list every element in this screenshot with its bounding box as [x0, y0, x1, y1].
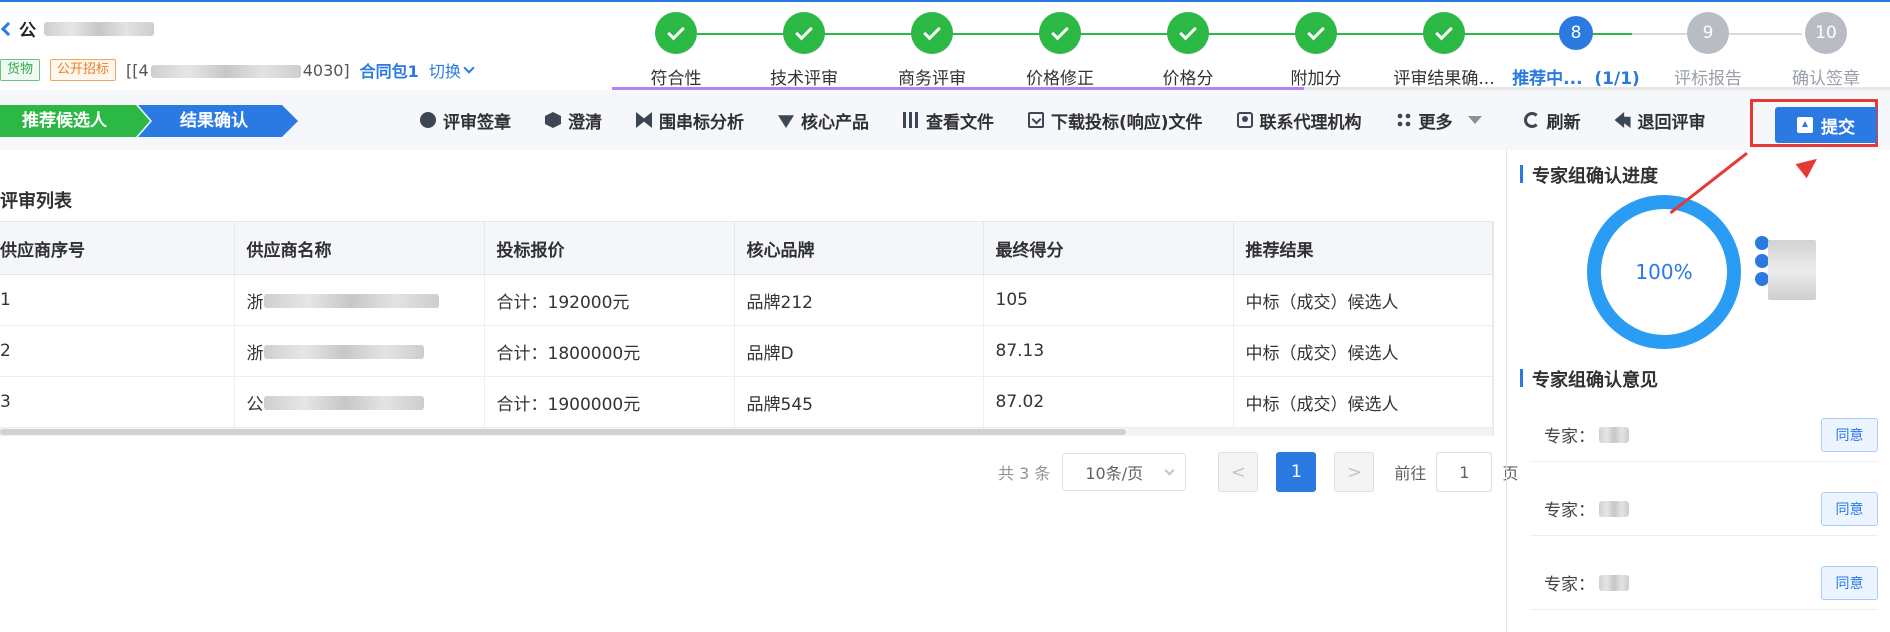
- scrollbar-thumb[interactable]: [0, 429, 1126, 435]
- crumb-recommend[interactable]: 推荐候选人: [0, 105, 150, 137]
- breadcrumb: 推荐候选人 结果确认: [0, 105, 298, 137]
- check-icon: [667, 22, 685, 40]
- step-report[interactable]: 9 评标报告: [1644, 12, 1772, 89]
- seal-icon: [420, 112, 436, 128]
- header: 公 货物 公开招标 [[4 4030] 合同包1 切换 符合性 技术评审 商务评审: [0, 2, 1890, 90]
- contract-package[interactable]: 合同包1: [360, 58, 419, 82]
- chevron-down-icon: [1164, 465, 1175, 475]
- switch-package-button[interactable]: 切换: [429, 58, 475, 82]
- upload-icon: [1797, 117, 1813, 133]
- sign-button[interactable]: 评审签章: [420, 108, 511, 133]
- progress-percent: 100%: [1635, 260, 1693, 284]
- step-bonus-score[interactable]: 附加分: [1252, 12, 1380, 89]
- step-compliance[interactable]: 符合性: [612, 12, 740, 89]
- opinion-title: 专家组确认意见: [1520, 366, 1658, 392]
- core-product-button[interactable]: 核心产品: [778, 108, 869, 133]
- contact-icon: [1236, 112, 1253, 128]
- pagination: 共 3 条 10条/页 < 1 > 前往 1 页: [998, 452, 1518, 492]
- prev-page-button[interactable]: <: [1218, 452, 1259, 492]
- check-icon: [1051, 22, 1069, 40]
- clarify-button[interactable]: 澄清: [545, 108, 602, 133]
- table-row[interactable]: 2 浙 合计：1800000元 品牌D 87.13 中标（成交）候选人: [0, 325, 1493, 377]
- annotation-arrowhead: [1795, 151, 1823, 179]
- check-icon: [1435, 22, 1453, 40]
- step-recommend[interactable]: 8 推荐中... (1/1): [1496, 12, 1656, 89]
- progress-ring: 100%: [1587, 195, 1741, 349]
- progress-legend: [1755, 236, 1769, 290]
- tag-open-bid: 公开招标: [50, 59, 117, 81]
- opinion-item: 专家： 同意: [1530, 482, 1878, 536]
- col-bid-price[interactable]: 投标报价: [483, 221, 735, 275]
- diamond-icon: [778, 115, 794, 128]
- table-row[interactable]: 1 浙 合计：192000元 品牌212 105 中标（成交）候选人: [0, 274, 1493, 326]
- col-core-brand[interactable]: 核心品牌: [733, 221, 984, 275]
- project-meta: 货物 公开招标 [[4 4030] 合同包1 切换: [0, 58, 475, 82]
- refresh-icon: [1523, 112, 1540, 128]
- redacted-legend: [1768, 240, 1816, 300]
- progress-title: 专家组确认进度: [1520, 162, 1658, 188]
- col-final-score[interactable]: 最终得分: [982, 221, 1234, 275]
- more-dropdown[interactable]: 更多: [1395, 108, 1482, 133]
- panel-divider: [1506, 150, 1507, 632]
- project-code: [[4 4030]: [126, 60, 350, 80]
- horizontal-scrollbar[interactable]: [0, 428, 1493, 436]
- check-icon: [1179, 22, 1197, 40]
- step-technical[interactable]: 技术评审: [740, 12, 868, 89]
- check-icon: [795, 22, 813, 40]
- table-header-row: 供应商序号 供应商名称 投标报价 核心品牌 最终得分 推荐结果: [0, 221, 1493, 275]
- legend-dot: [1755, 272, 1769, 286]
- step-result-confirm[interactable]: 评审结果确...: [1380, 12, 1508, 89]
- step-price-correction[interactable]: 价格修正: [996, 12, 1124, 89]
- files-icon: [903, 112, 919, 128]
- review-table: 供应商序号 供应商名称 投标报价 核心品牌 最终得分 推荐结果 1 浙 合计：1…: [0, 221, 1493, 428]
- check-icon: [1307, 22, 1325, 40]
- grid-icon: [1395, 112, 1412, 128]
- legend-dot: [1755, 254, 1769, 268]
- col-supplier-no[interactable]: 供应商序号: [0, 221, 235, 275]
- col-recommend-result[interactable]: 推荐结果: [1232, 221, 1493, 275]
- page-jump-input[interactable]: 1: [1436, 452, 1493, 492]
- submit-button[interactable]: 提交: [1775, 107, 1877, 143]
- chevron-down-icon: [463, 62, 475, 74]
- agree-badge: 同意: [1821, 491, 1878, 526]
- toolbar-actions: 评审签章 澄清 围串标分析 核心产品 查看文件 下载投标(响应)文件 联系代理机…: [420, 90, 1740, 150]
- step-business[interactable]: 商务评审: [868, 12, 996, 89]
- download-icon: [1028, 112, 1044, 128]
- return-icon: [1614, 112, 1631, 128]
- review-steps: 符合性 技术评审 商务评审 价格修正 价格分 附加分 评审结果确... 8 推荐…: [612, 12, 1890, 90]
- chevron-left-icon[interactable]: [0, 21, 16, 36]
- page-jump: 前往 1 页: [1394, 452, 1518, 492]
- bid-analysis-button[interactable]: 围串标分析: [636, 108, 744, 133]
- check-icon: [923, 22, 941, 40]
- page-size-select[interactable]: 10条/页: [1062, 453, 1187, 491]
- download-file-button[interactable]: 下载投标(响应)文件: [1028, 108, 1203, 133]
- opinion-item: 专家： 同意: [1530, 556, 1878, 610]
- caret-down-icon: [1467, 116, 1482, 124]
- step-sign[interactable]: 10 确认签章: [1762, 12, 1890, 89]
- refresh-button[interactable]: 刷新: [1523, 108, 1581, 133]
- project-title: 公: [0, 16, 154, 41]
- pagination-total: 共 3 条: [998, 464, 1051, 483]
- next-page-button[interactable]: >: [1334, 452, 1375, 492]
- toolbar: 推荐候选人 结果确认 评审签章 澄清 围串标分析 核心产品 查看文件 下载投标(…: [0, 90, 1890, 150]
- table-right-border: [1493, 221, 1494, 436]
- page-number-current[interactable]: 1: [1276, 452, 1317, 492]
- agree-badge: 同意: [1821, 565, 1878, 600]
- table-row[interactable]: 3 公 合计：1900000元 品牌545 87.02 中标（成交）候选人: [0, 376, 1493, 428]
- redacted-text: [44, 21, 154, 36]
- opinion-item: 专家： 同意: [1530, 408, 1878, 462]
- tag-goods: 货物: [0, 59, 41, 81]
- analysis-icon: [636, 112, 652, 128]
- return-review-button[interactable]: 退回评审: [1614, 108, 1706, 133]
- step-price-score[interactable]: 价格分: [1124, 12, 1252, 89]
- col-supplier-name[interactable]: 供应商名称: [233, 221, 485, 275]
- agree-badge: 同意: [1821, 417, 1878, 452]
- hexagon-icon: [545, 112, 561, 128]
- view-file-button[interactable]: 查看文件: [903, 108, 994, 133]
- crumb-confirm[interactable]: 结果确认: [138, 105, 298, 137]
- contact-agency-button[interactable]: 联系代理机构: [1236, 108, 1362, 133]
- annotation-arrow: [1669, 152, 1748, 215]
- list-title: 评审列表: [0, 191, 72, 212]
- legend-dot: [1755, 236, 1769, 250]
